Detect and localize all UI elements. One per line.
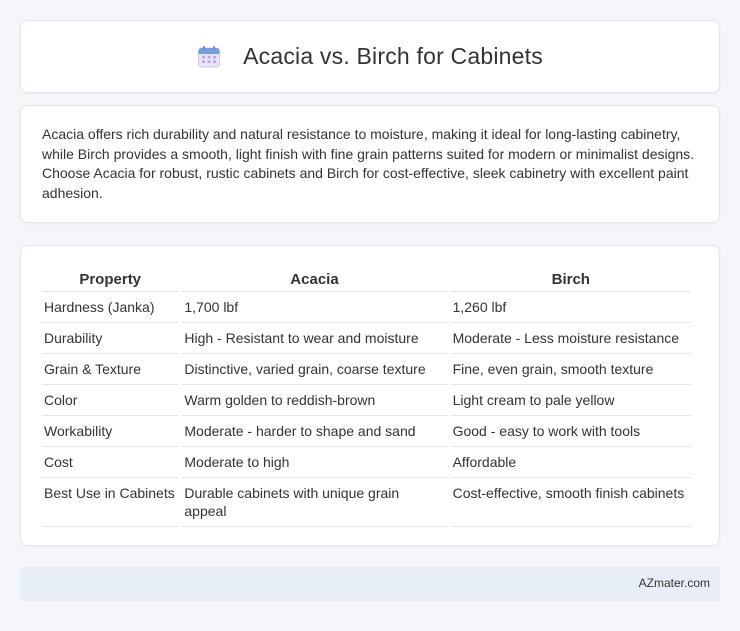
comparison-table: Property Acacia Birch Hardness (Janka) 1… — [38, 264, 695, 527]
table-cell: Durability — [42, 323, 179, 354]
table-row: Best Use in Cabinets Durable cabinets wi… — [42, 478, 691, 527]
table-cell: Moderate to high — [182, 447, 447, 478]
table-cell: 1,700 lbf — [182, 292, 447, 323]
comparison-card: Property Acacia Birch Hardness (Janka) 1… — [20, 245, 720, 546]
table-cell: Color — [42, 385, 179, 416]
table-cell: Workability — [42, 416, 179, 447]
table-cell: Best Use in Cabinets — [42, 478, 179, 527]
page-title: Acacia vs. Birch for Cabinets — [243, 43, 543, 69]
title-card: Acacia vs. Birch for Cabinets — [20, 20, 720, 93]
table-cell: Distinctive, varied grain, coarse textur… — [182, 354, 447, 385]
table-cell: Good - easy to work with tools — [450, 416, 691, 447]
table-cell: Affordable — [450, 447, 691, 478]
table-row: Cost Moderate to high Affordable — [42, 447, 691, 478]
column-header-birch: Birch — [450, 264, 691, 292]
table-cell: Fine, even grain, smooth texture — [450, 354, 691, 385]
column-header-property: Property — [42, 264, 179, 292]
table-header-row: Property Acacia Birch — [42, 264, 691, 292]
table-cell: Moderate - Less moisture resistance — [450, 323, 691, 354]
footer-brand[interactable]: AZmater.com — [639, 576, 710, 590]
table-row: Durability High - Resistant to wear and … — [42, 323, 691, 354]
table-row: Workability Moderate - harder to shape a… — [42, 416, 691, 447]
table-row: Color Warm golden to reddish-brown Light… — [42, 385, 691, 416]
summary-card: Acacia offers rich durability and natura… — [20, 105, 720, 223]
table-cell: Warm golden to reddish-brown — [182, 385, 447, 416]
calendar-icon — [197, 45, 221, 69]
table-cell: Durable cabinets with unique grain appea… — [182, 478, 447, 527]
table-cell: Cost — [42, 447, 179, 478]
table-cell: Moderate - harder to shape and sand — [182, 416, 447, 447]
table-cell: Cost-effective, smooth finish cabinets — [450, 478, 691, 527]
table-cell: 1,260 lbf — [450, 292, 691, 323]
table-cell: Grain & Texture — [42, 354, 179, 385]
summary-text: Acacia offers rich durability and natura… — [42, 126, 695, 201]
table-cell: Hardness (Janka) — [42, 292, 179, 323]
table-row: Hardness (Janka) 1,700 lbf 1,260 lbf — [42, 292, 691, 323]
footer-bar: AZmater.com — [20, 567, 720, 601]
table-row: Grain & Texture Distinctive, varied grai… — [42, 354, 691, 385]
table-cell: Light cream to pale yellow — [450, 385, 691, 416]
table-cell: High - Resistant to wear and moisture — [182, 323, 447, 354]
column-header-acacia: Acacia — [182, 264, 447, 292]
